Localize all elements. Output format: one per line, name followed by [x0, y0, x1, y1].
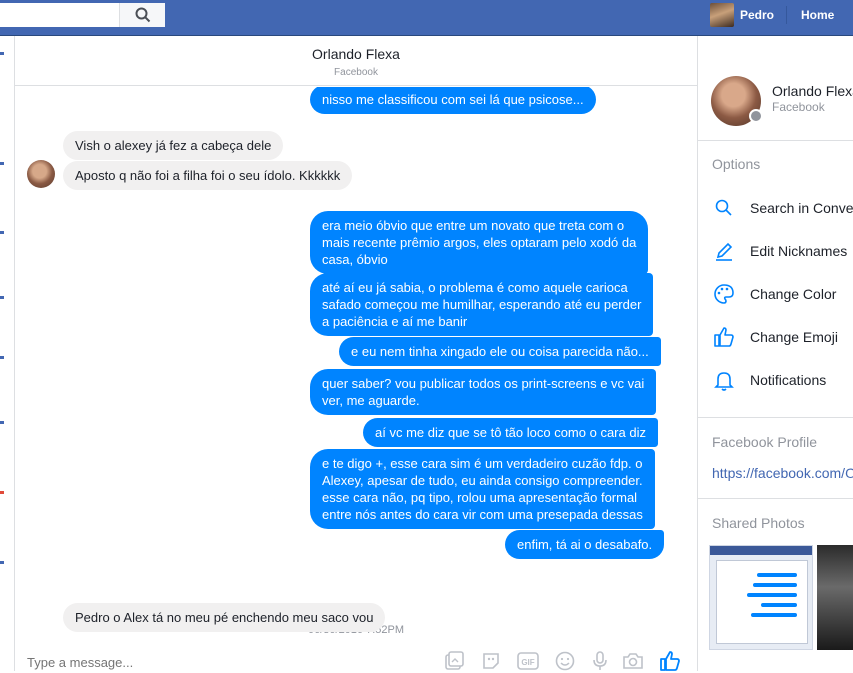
sticker-pack-icon[interactable]	[442, 649, 466, 673]
pencil-icon	[712, 239, 736, 263]
photo-detail	[716, 560, 808, 644]
conversation-title[interactable]: Orlando Flexa	[15, 46, 697, 62]
palette-icon	[712, 282, 736, 306]
list-item-marker	[0, 421, 4, 424]
list-item-marker	[0, 296, 4, 299]
option-label: Change Color	[750, 286, 837, 302]
message-bubble-outgoing[interactable]: aí vc me diz que se tô tão loco como o c…	[363, 418, 658, 447]
message-list[interactable]: nisso me classificou com sei lá que psic…	[15, 87, 697, 653]
photo-detail	[753, 583, 797, 587]
option-edit-nicknames[interactable]: Edit Nicknames	[712, 239, 847, 263]
message-line: safado começou me humilhar, esperando at…	[322, 297, 642, 312]
message-bubble-outgoing[interactable]: até aí eu já sabia, o problema é como aq…	[310, 273, 654, 336]
message-line: esse cara não, pq tipo, rolou uma aprese…	[322, 490, 638, 505]
list-item-marker	[0, 231, 4, 234]
list-item-marker	[0, 561, 4, 564]
message-line: até aí eu já sabia, o problema é como aq…	[322, 280, 628, 295]
facebook-badge-icon	[749, 109, 763, 123]
message-line: quer saber? vou publicar todos os print-…	[322, 376, 645, 391]
conversation-subtitle: Facebook	[334, 67, 378, 78]
message-bubble-outgoing[interactable]: quer saber? vou publicar todos os print-…	[310, 369, 657, 415]
message-line: ver, me aguarde.	[322, 393, 420, 408]
option-label: Search in Conversation	[750, 200, 853, 216]
message-bubble-outgoing[interactable]: era meio óbvio que entre um novato que t…	[310, 211, 649, 274]
user-name[interactable]: Pedro	[740, 8, 774, 22]
photo-detail	[747, 593, 797, 597]
user-menu[interactable]: Pedro Home	[710, 3, 834, 27]
contact-subtitle: Facebook	[772, 100, 825, 114]
thumbs-up-send-icon[interactable]	[658, 649, 682, 673]
options-heading[interactable]: Options	[712, 156, 760, 172]
message-line: a paciência e aí me banir	[322, 314, 468, 329]
conversation-pane: Orlando Flexa Facebook nisso me classifi…	[15, 36, 697, 671]
message-bubble-incoming[interactable]: Aposto q não foi a filha foi o seu ídolo…	[63, 161, 353, 190]
message-bubble-incoming[interactable]: Vish o alexey já fez a cabeça dele	[63, 131, 284, 160]
search-input[interactable]	[0, 3, 119, 27]
gif-icon[interactable]: GIF	[516, 649, 540, 673]
sticker-icon[interactable]	[479, 649, 503, 673]
facebook-profile-heading[interactable]: Facebook Profile	[712, 434, 817, 450]
divider	[698, 140, 853, 141]
divider	[698, 498, 853, 499]
message-line: e te digo +, esse cara sim é um verdadei…	[322, 456, 643, 471]
message-line: Alexey, apesar de tudo, eu ainda consigo…	[322, 473, 643, 488]
conversation-list-edge[interactable]	[0, 36, 15, 671]
conversation-details-panel: Orlando Flexa Facebook Options Search in…	[697, 36, 853, 671]
list-item-marker	[0, 52, 4, 55]
photo-detail	[761, 603, 797, 607]
search-box[interactable]	[0, 3, 165, 27]
bell-icon	[712, 368, 736, 392]
topbar-divider	[786, 6, 788, 24]
emoji-icon[interactable]	[553, 649, 577, 673]
search-icon	[135, 7, 150, 23]
message-line: era meio óbvio que entre um novato que t…	[322, 218, 625, 233]
message-bubble-outgoing[interactable]: enfim, tá ai o desabafo.	[505, 530, 665, 559]
photo-detail	[710, 546, 812, 555]
thumbs-up-icon	[712, 325, 736, 349]
message-bubble-outgoing[interactable]: e eu nem tinha xingado ele ou coisa pare…	[339, 337, 661, 366]
message-bubble-outgoing[interactable]: nisso me classificou com sei lá que psic…	[310, 87, 596, 114]
list-item-marker	[0, 491, 4, 494]
facebook-profile-link[interactable]: https://facebook.com/Orlando	[712, 465, 853, 481]
message-line: entre nós antes do cara vir com uma pres…	[322, 507, 643, 522]
home-link[interactable]: Home	[801, 8, 834, 22]
message-composer: GIF	[15, 651, 697, 671]
photo-detail	[757, 573, 797, 577]
list-item-marker	[0, 162, 4, 165]
message-bubble-outgoing[interactable]: e te digo +, esse cara sim é um verdadei…	[310, 449, 655, 529]
message-input[interactable]	[27, 653, 427, 671]
shared-photo-thumbnail[interactable]	[709, 545, 813, 650]
search-icon	[712, 196, 736, 220]
photo-detail	[751, 613, 797, 617]
message-line: casa, óbvio	[322, 252, 388, 267]
svg-text:GIF: GIF	[521, 658, 534, 667]
search-button[interactable]	[119, 3, 165, 27]
microphone-icon[interactable]	[588, 649, 612, 673]
option-label: Change Emoji	[750, 329, 838, 345]
option-change-emoji[interactable]: Change Emoji	[712, 325, 838, 349]
option-label: Notifications	[750, 372, 827, 388]
message-bubble-incoming[interactable]: Pedro o Alex tá no meu pé enchendo meu s…	[63, 603, 386, 632]
option-label: Edit Nicknames	[750, 243, 848, 259]
shared-photo-thumbnail[interactable]	[817, 545, 853, 650]
option-search-in-conversation[interactable]: Search in Conversation	[712, 196, 853, 220]
camera-icon[interactable]	[621, 649, 645, 673]
message-line: mais recente prêmio argos, eles optaram …	[322, 235, 637, 250]
top-navigation-bar: Pedro Home	[0, 0, 853, 36]
conversation-header: Orlando Flexa Facebook	[15, 36, 697, 86]
shared-photos-heading[interactable]: Shared Photos	[712, 515, 805, 531]
user-avatar[interactable]	[710, 3, 734, 27]
divider	[698, 417, 853, 418]
contact-avatar[interactable]	[27, 160, 55, 188]
list-item-marker	[0, 356, 4, 359]
option-change-color[interactable]: Change Color	[712, 282, 836, 306]
contact-name[interactable]: Orlando Flexa	[772, 83, 853, 99]
option-notifications[interactable]: Notifications	[712, 368, 826, 392]
